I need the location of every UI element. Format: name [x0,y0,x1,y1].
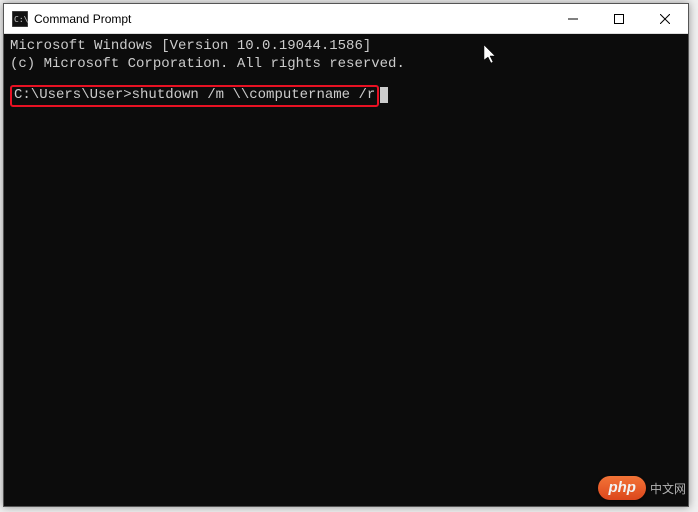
command-line-highlight: C:\Users\User>shutdown /m \\computername… [10,85,379,107]
prompt-text: C:\Users\User> [14,87,132,103]
copyright-line: (c) Microsoft Corporation. All rights re… [10,56,405,72]
window-controls [550,4,688,33]
window-title: Command Prompt [34,12,550,26]
svg-text:C:\: C:\ [14,15,28,24]
terminal-body[interactable]: Microsoft Windows [Version 10.0.19044.15… [4,34,688,506]
titlebar[interactable]: C:\ Command Prompt [4,4,688,34]
watermark: php 中文网 [598,476,686,500]
minimize-button[interactable] [550,4,596,33]
version-line: Microsoft Windows [Version 10.0.19044.15… [10,38,371,54]
watermark-text: 中文网 [650,480,686,497]
cmd-icon: C:\ [12,11,28,27]
close-button[interactable] [642,4,688,33]
maximize-button[interactable] [596,4,642,33]
watermark-badge: php [598,476,646,500]
command-prompt-window: C:\ Command Prompt Microsoft Windows [Ve… [3,3,689,507]
entered-command: shutdown /m \\computername /r [132,87,376,103]
text-cursor [380,87,388,103]
